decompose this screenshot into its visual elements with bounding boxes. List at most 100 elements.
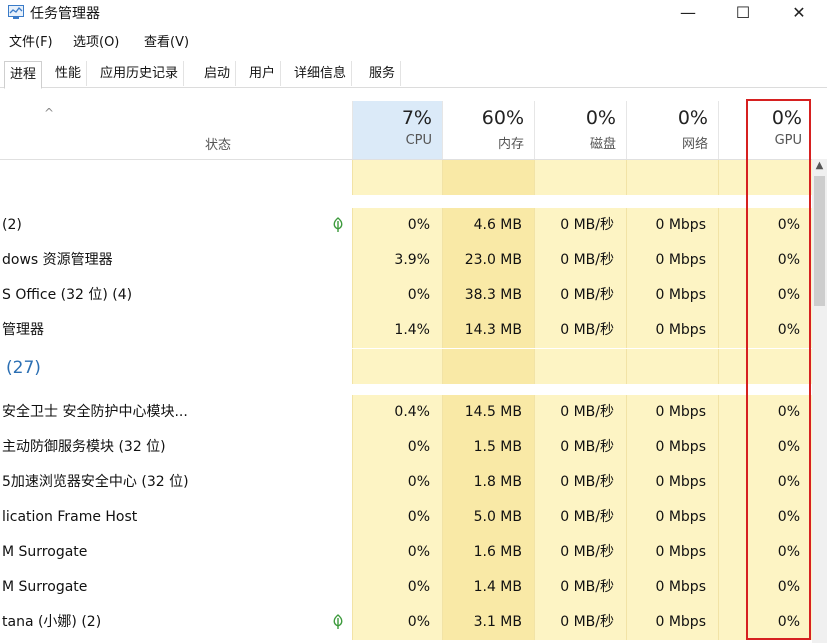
blank-row [0, 349, 827, 384]
menu-file[interactable]: 文件(F) [9, 32, 53, 54]
menu-view[interactable]: 查看(V) [144, 32, 189, 54]
cell-cpu: 3.9% [352, 243, 442, 278]
tab-app-history[interactable]: 应用历史记录 [95, 61, 185, 86]
title-bar: 任务管理器 — ☐ ✕ [0, 0, 827, 30]
maximize-button[interactable]: ☐ [720, 0, 766, 28]
tab-performance[interactable]: 性能 [50, 61, 88, 86]
table-row[interactable]: 5加速浏览器安全中心 (32 位) 0% 1.8 MB 0 MB/秒 0 Mbps 0% [0, 465, 827, 500]
table-row[interactable]: 安全卫士 安全防护中心模块... 0.4% 14.5 MB 0 MB/秒 0 Mbps 0… [0, 395, 827, 430]
network-total: 0% [677, 107, 708, 129]
cell-mem: 4.6 MB [442, 208, 534, 243]
cell-disk: 0 MB/秒 [534, 535, 626, 570]
cell-mem: 3.1 MB [442, 605, 534, 640]
table-row[interactable]: lication Frame Host 0% 5.0 MB 0 MB/秒 0 Mbps 0… [0, 500, 827, 535]
close-icon: ✕ [792, 3, 806, 22]
table-row[interactable]: 主动防御服务模块 (32 位) 0% 1.5 MB 0 MB/秒 0 Mbps 0% [0, 430, 827, 465]
table-row[interactable]: 管理器 1.4% 14.3 MB 0 MB/秒 0 Mbps 0% [0, 313, 827, 348]
process-name: 5加速浏览器安全中心 (32 位) [2, 474, 189, 490]
table-row[interactable]: S Office (32 位) (4) 0% 38.3 MB 0 MB/秒 0 Mbps… [0, 278, 827, 313]
memory-label: 内存 [497, 137, 524, 152]
cell-net: 0 Mbps [626, 465, 718, 500]
cell-cpu: 0% [352, 535, 442, 570]
minimize-button[interactable]: — [665, 0, 711, 28]
process-name: (2) [2, 217, 22, 233]
header-disk[interactable]: 0% 磁盘 [534, 101, 626, 159]
cell-mem: 23.0 MB [442, 243, 534, 278]
cell-mem: 14.5 MB [442, 395, 534, 430]
table-row[interactable]: (2) 0% 4.6 MB 0 MB/秒 0 Mbps 0% [0, 208, 827, 243]
cell-mem: 1.8 MB [442, 465, 534, 500]
cell-cpu: 0% [352, 430, 442, 465]
tab-details[interactable]: 详细信息 [289, 61, 353, 86]
cell-cpu: 0% [352, 278, 442, 313]
process-name: 安全卫士 安全防护中心模块... [2, 404, 188, 420]
cell-mem: 1.4 MB [442, 570, 534, 605]
header-network[interactable]: 0% 网络 [626, 101, 718, 159]
table-row[interactable]: dows 资源管理器 3.9% 23.0 MB 0 MB/秒 0 Mbps 0% [0, 243, 827, 278]
cell-disk: 0 MB/秒 [534, 430, 626, 465]
cell-disk: 0 MB/秒 [534, 208, 626, 243]
cell-cpu: 0% [352, 208, 442, 243]
process-name: 管理器 [2, 322, 44, 338]
cell-net: 0 Mbps [626, 605, 718, 640]
blank-cell [442, 349, 534, 384]
efficiency-leaf-icon [333, 217, 343, 232]
cell-disk: 0 MB/秒 [534, 395, 626, 430]
process-name: 主动防御服务模块 (32 位) [2, 439, 166, 455]
cell-net: 0 Mbps [626, 395, 718, 430]
blank-cell [352, 160, 442, 195]
process-name: dows 资源管理器 [2, 252, 113, 268]
cell-cpu: 1.4% [352, 313, 442, 348]
cell-disk: 0 MB/秒 [534, 500, 626, 535]
window-title: 任务管理器 [30, 6, 100, 22]
close-button[interactable]: ✕ [776, 0, 822, 28]
cell-cpu: 0% [352, 605, 442, 640]
menu-options[interactable]: 选项(O) [73, 32, 119, 54]
network-label: 网络 [681, 137, 708, 152]
tab-bar: 进程 性能 应用历史记录 启动 用户 详细信息 服务 [0, 61, 827, 89]
blank-cell [626, 160, 718, 195]
process-name: M Surrogate [2, 544, 88, 560]
sort-caret-icon[interactable]: ^ [44, 106, 54, 120]
cell-disk: 0 MB/秒 [534, 278, 626, 313]
process-name: tana (小娜) (2) [2, 614, 102, 630]
cell-mem: 5.0 MB [442, 500, 534, 535]
header-cpu[interactable]: 7% CPU [352, 101, 442, 159]
tab-processes[interactable]: 进程 [4, 61, 43, 89]
tab-startup[interactable]: 启动 [199, 61, 237, 86]
cell-cpu: 0% [352, 500, 442, 535]
cpu-total: 7% [401, 107, 432, 129]
cell-net: 0 Mbps [626, 535, 718, 570]
table-row[interactable]: tana (小娜) (2) 0% 3.1 MB 0 MB/秒 0 Mbps 0% [0, 605, 827, 640]
cpu-label: CPU [405, 133, 432, 148]
cell-mem: 38.3 MB [442, 278, 534, 313]
table-row[interactable]: M Surrogate 0% 1.6 MB 0 MB/秒 0 Mbps 0% [0, 535, 827, 570]
cell-net: 0 Mbps [626, 243, 718, 278]
cell-net: 0 Mbps [626, 500, 718, 535]
cell-disk: 0 MB/秒 [534, 243, 626, 278]
tab-services[interactable]: 服务 [364, 61, 402, 86]
efficiency-leaf-icon [333, 614, 343, 629]
group-background-processes[interactable]: (27) [6, 358, 41, 378]
blank-cell [534, 160, 626, 195]
scroll-thumb[interactable] [814, 176, 825, 306]
header-status[interactable]: 状态 [205, 134, 231, 153]
table-row[interactable]: M Surrogate 0% 1.4 MB 0 MB/秒 0 Mbps 0% [0, 570, 827, 605]
process-name: S Office (32 位) (4) [2, 287, 133, 303]
blank-row [0, 160, 827, 195]
scroll-up-icon[interactable]: ▲ [812, 160, 827, 174]
cell-net: 0 Mbps [626, 430, 718, 465]
blank-cell [626, 349, 718, 384]
cell-cpu: 0% [352, 570, 442, 605]
cell-net: 0 Mbps [626, 208, 718, 243]
cell-disk: 0 MB/秒 [534, 605, 626, 640]
minimize-icon: — [680, 3, 696, 22]
cell-disk: 0 MB/秒 [534, 465, 626, 500]
menu-bar: 文件(F) 选项(O) 查看(V) [0, 32, 827, 54]
header-memory[interactable]: 60% 内存 [442, 101, 534, 159]
tab-users[interactable]: 用户 [244, 61, 282, 86]
cell-mem: 1.6 MB [442, 535, 534, 570]
cell-disk: 0 MB/秒 [534, 313, 626, 348]
cell-mem: 1.5 MB [442, 430, 534, 465]
blank-cell [534, 349, 626, 384]
